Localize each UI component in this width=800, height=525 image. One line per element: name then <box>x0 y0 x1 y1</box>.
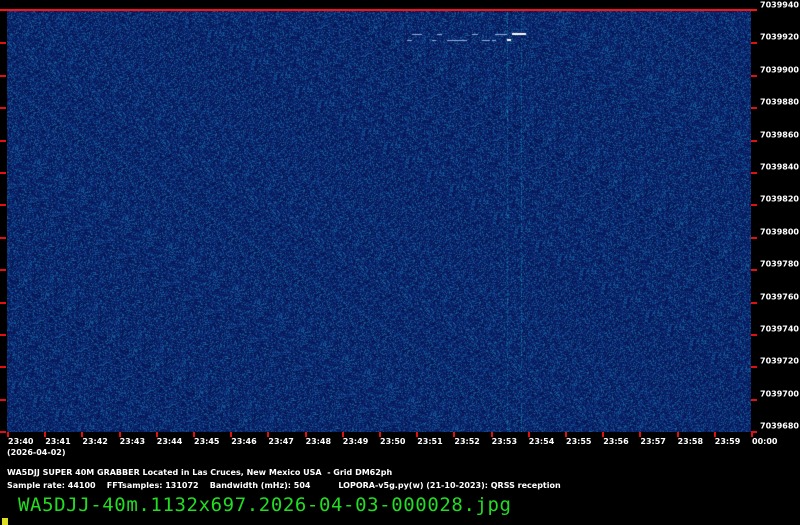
filename-caption: WA5DJJ-40m.1132x697.2026-04-03-000028.jp… <box>18 494 512 516</box>
x-tick-label: 23:50 <box>380 437 406 446</box>
y-tick <box>751 74 757 77</box>
x-tick-label: 23:53 <box>491 437 518 446</box>
y-tick-label: 7039700 <box>760 389 799 399</box>
y-tick-label: 7039680 <box>760 421 799 431</box>
y-tick <box>751 398 757 401</box>
y-tick <box>751 301 757 304</box>
x-tick-label: 23:56 <box>603 437 629 446</box>
station-title: WA5DJJ SUPER 40M GRABBER Located in Las … <box>7 468 393 477</box>
y-tick <box>0 269 6 272</box>
y-tick <box>0 301 6 304</box>
y-tick <box>0 431 6 434</box>
y-tick-label: 7039760 <box>760 292 799 302</box>
x-tick-label: 23:43 <box>119 437 146 446</box>
y-tick <box>0 42 6 45</box>
x-tick-label: 23:57 <box>640 437 666 446</box>
y-tick <box>0 139 6 142</box>
y-tick <box>0 204 6 207</box>
x-tick-label: 23:54 <box>528 437 555 446</box>
y-tick <box>751 236 757 239</box>
x-tick-label: 23:41 <box>45 437 71 446</box>
cursor-marker <box>2 518 8 525</box>
x-tick-label: 00:00 <box>752 437 778 446</box>
y-tick <box>0 334 6 336</box>
y-tick <box>751 366 757 369</box>
y-tick-label: 7039880 <box>760 97 799 107</box>
x-tick-label: 23:46 <box>231 437 257 446</box>
y-tick <box>0 107 6 110</box>
y-tick-label: 7039920 <box>760 32 799 42</box>
date-label: (2026-04-02) <box>7 448 66 457</box>
y-tick <box>0 398 6 401</box>
x-tick-label: 23:59 <box>714 437 741 446</box>
y-tick <box>0 236 6 239</box>
y-tick <box>751 334 757 336</box>
y-tick <box>751 139 757 142</box>
y-tick <box>751 107 757 110</box>
y-tick <box>0 74 6 77</box>
waterfall-spectrogram <box>7 11 751 432</box>
parameters-line: Sample rate: 44100 FFTsamples: 131072 Ba… <box>7 481 561 490</box>
y-tick-label: 7039720 <box>760 356 799 366</box>
y-tick-label: 7039940 <box>760 0 799 10</box>
y-tick-label: 7039900 <box>760 65 799 75</box>
x-tick-label: 23:55 <box>566 437 592 446</box>
x-tick-label: 23:52 <box>454 437 480 446</box>
y-tick-label: 7039740 <box>760 324 799 334</box>
y-tick-label: 7039780 <box>760 259 799 269</box>
x-tick-label: 23:40 <box>8 437 34 446</box>
x-tick-label: 23:58 <box>677 437 704 446</box>
y-tick <box>751 204 757 207</box>
x-tick-label: 23:42 <box>82 437 108 446</box>
x-tick-label: 23:49 <box>342 437 369 446</box>
x-tick-label: 23:47 <box>268 437 294 446</box>
x-tick-label: 23:51 <box>417 437 443 446</box>
x-tick-label: 23:44 <box>156 437 183 446</box>
y-tick-label: 7039820 <box>760 194 799 204</box>
x-tick-label: 23:45 <box>194 437 220 446</box>
y-tick <box>0 172 6 174</box>
y-tick <box>751 172 757 174</box>
y-tick <box>751 269 757 272</box>
y-tick-label: 7039800 <box>760 227 799 237</box>
y-tick <box>751 42 757 45</box>
y-tick <box>0 366 6 369</box>
y-tick-label: 7039840 <box>760 162 799 172</box>
x-tick-label: 23:48 <box>305 437 332 446</box>
y-tick-label: 7039860 <box>760 130 799 140</box>
